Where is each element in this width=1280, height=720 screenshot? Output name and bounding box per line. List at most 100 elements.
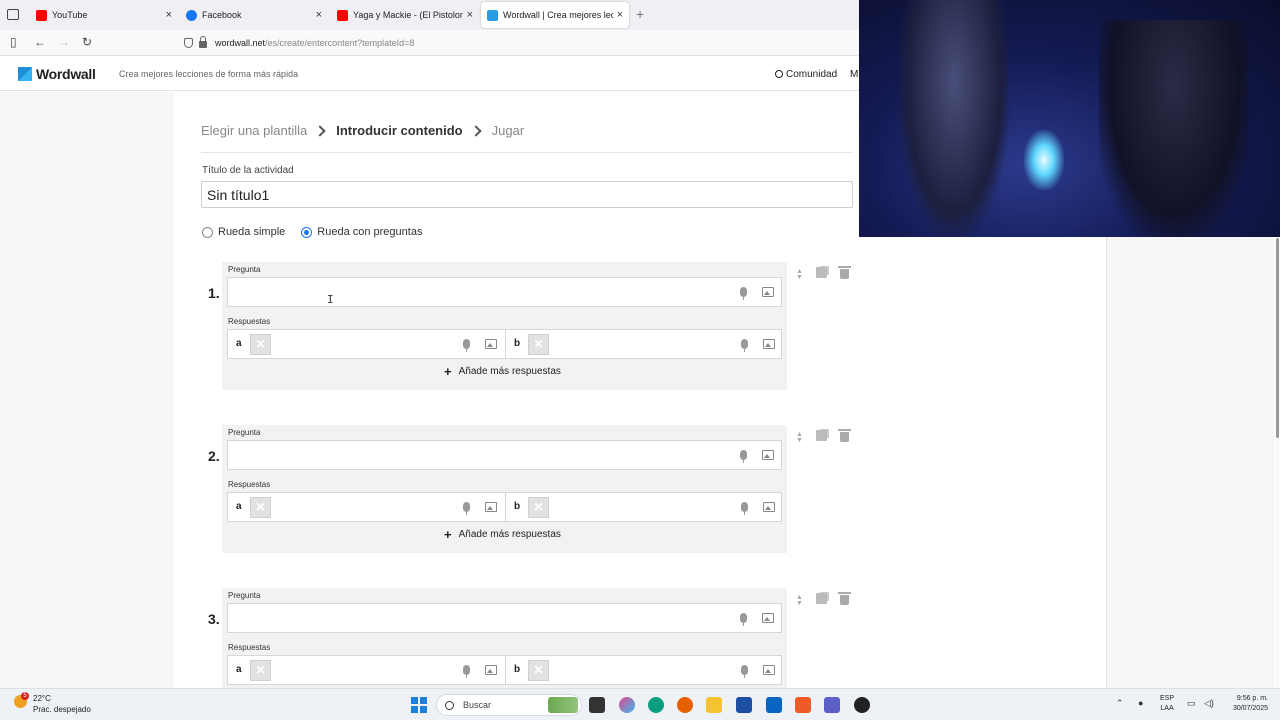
tab-title: Wordwall | Crea mejores lecciones <box>503 10 613 20</box>
microphone-icon[interactable] <box>741 502 748 515</box>
network-icon[interactable]: ▭ <box>1187 698 1196 709</box>
image-icon[interactable] <box>485 665 497 675</box>
new-tab-button[interactable]: + <box>636 6 644 22</box>
nav-link-truncated[interactable]: M <box>850 69 858 80</box>
url-path: /es/create/entercontent?templateId=8 <box>265 38 415 48</box>
question-input[interactable] <box>227 277 782 307</box>
image-icon[interactable] <box>762 287 774 297</box>
microphone-tray-icon[interactable]: ● <box>1138 698 1143 708</box>
tab-wordwall[interactable]: Wordwall | Crea mejores lecciones × <box>481 2 629 28</box>
radio-simple-wheel[interactable] <box>202 226 213 238</box>
webcam-overlay <box>859 0 1280 237</box>
microphone-icon[interactable] <box>740 287 747 300</box>
answer-toggle-icon[interactable]: ✕ <box>528 334 549 355</box>
microphone-icon[interactable] <box>463 339 470 352</box>
divider <box>505 493 506 521</box>
volume-icon[interactable]: ◁) <box>1204 698 1214 709</box>
image-icon[interactable] <box>485 339 497 349</box>
image-icon[interactable] <box>763 339 775 349</box>
activity-title-input[interactable] <box>201 181 853 208</box>
question-input[interactable] <box>227 603 782 633</box>
reload-icon[interactable]: ↻ <box>82 35 92 49</box>
scrollbar-thumb[interactable] <box>1276 238 1279 438</box>
file-explorer-icon[interactable] <box>706 697 722 713</box>
sidebar-icon[interactable]: ▯ <box>10 35 17 49</box>
step-choose-template[interactable]: Elegir una plantilla <box>201 123 307 138</box>
system-clock[interactable]: 9:56 p. m. 30/07/2025 <box>1226 694 1268 714</box>
microphone-icon[interactable] <box>740 450 747 463</box>
reorder-icon[interactable]: ▲ ▼ <box>796 431 803 444</box>
chevron-up-icon[interactable]: ⌃ <box>1116 698 1124 709</box>
question-input[interactable] <box>227 440 782 470</box>
back-icon[interactable]: ← <box>34 35 46 49</box>
brave-icon[interactable] <box>795 697 811 713</box>
microphone-icon[interactable] <box>741 339 748 352</box>
forward-icon[interactable]: → <box>58 35 70 49</box>
radio-label[interactable]: Rueda simple <box>218 226 285 238</box>
tab-title: Yaga y Mackie - (El Pistolon) fea <box>353 10 463 20</box>
close-icon[interactable]: × <box>316 9 322 21</box>
answers-label: Respuestas <box>228 480 271 489</box>
reorder-icon[interactable]: ▲ ▼ <box>796 594 803 607</box>
divider <box>505 330 506 358</box>
question-block: 2. Pregunta Respuestas a ✕ b ✕ + Añade m… <box>208 425 851 553</box>
firefox-icon[interactable] <box>677 697 693 713</box>
microphone-icon[interactable] <box>463 665 470 678</box>
answer-toggle-icon[interactable]: ✕ <box>250 497 271 518</box>
image-icon[interactable] <box>762 613 774 623</box>
image-icon[interactable] <box>763 502 775 512</box>
image-icon[interactable] <box>762 450 774 460</box>
add-more-answers-button[interactable]: + Añade más respuestas <box>444 527 561 542</box>
add-more-answers-button[interactable]: + Añade más respuestas <box>444 364 561 379</box>
windows-start-icon[interactable] <box>411 697 427 713</box>
radio-label[interactable]: Rueda con preguntas <box>317 226 422 238</box>
answer-toggle-icon[interactable]: ✕ <box>250 334 271 355</box>
duplicate-icon[interactable] <box>816 267 827 278</box>
lang-layout: LAA <box>1160 705 1174 712</box>
close-icon[interactable]: × <box>467 9 473 21</box>
tab-youtube[interactable]: YouTube × <box>30 2 178 28</box>
chevron-right-icon <box>469 124 482 137</box>
outlook-icon[interactable] <box>766 697 782 713</box>
youtube-icon <box>337 9 348 21</box>
copilot-icon[interactable] <box>619 697 635 713</box>
tab-youtube-video[interactable]: Yaga y Mackie - (El Pistolon) fea × <box>331 2 479 28</box>
image-icon[interactable] <box>763 665 775 675</box>
answers-label: Respuestas <box>228 317 271 326</box>
app-icon[interactable] <box>854 697 870 713</box>
wordwall-logo[interactable]: Wordwall <box>18 66 96 82</box>
teams-icon[interactable] <box>824 697 840 713</box>
answers-label: Respuestas <box>228 643 271 652</box>
lock-icon <box>199 35 207 48</box>
duplicate-icon[interactable] <box>816 430 827 441</box>
language-indicator[interactable]: ESP LAA <box>1160 694 1174 714</box>
duplicate-icon[interactable] <box>816 593 827 604</box>
microphone-icon[interactable] <box>741 665 748 678</box>
radio-wheel-with-questions[interactable] <box>301 226 313 238</box>
microphone-icon[interactable] <box>740 613 747 626</box>
search-highlight-icon[interactable] <box>548 697 578 713</box>
close-icon[interactable]: × <box>166 9 172 21</box>
tab-list-icon[interactable] <box>7 9 19 20</box>
answer-toggle-icon[interactable]: ✕ <box>528 497 549 518</box>
close-icon[interactable]: × <box>617 9 623 21</box>
tab-facebook[interactable]: Facebook × <box>180 2 328 28</box>
step-play[interactable]: Jugar <box>492 123 525 138</box>
microphone-icon[interactable] <box>463 502 470 515</box>
answer-toggle-icon[interactable]: ✕ <box>250 660 271 681</box>
store-icon[interactable] <box>736 697 752 713</box>
answer-toggle-icon[interactable]: ✕ <box>528 660 549 681</box>
trash-icon[interactable] <box>838 266 851 279</box>
wordwall-logo-icon <box>18 67 32 81</box>
terminal-icon[interactable] <box>589 697 605 713</box>
logo-text: Wordwall <box>36 66 96 82</box>
reorder-icon[interactable]: ▲ ▼ <box>796 268 803 281</box>
search-icon <box>775 70 783 78</box>
image-icon[interactable] <box>485 502 497 512</box>
trash-icon[interactable] <box>838 429 851 442</box>
url-bar[interactable]: wordwall.net /es/create/entercontent?tem… <box>176 33 858 53</box>
trash-icon[interactable] <box>838 592 851 605</box>
edge-icon[interactable] <box>648 697 664 713</box>
community-link[interactable]: Comunidad <box>775 69 837 80</box>
weather-widget[interactable]: 22°C Prac. despejado <box>33 693 91 715</box>
